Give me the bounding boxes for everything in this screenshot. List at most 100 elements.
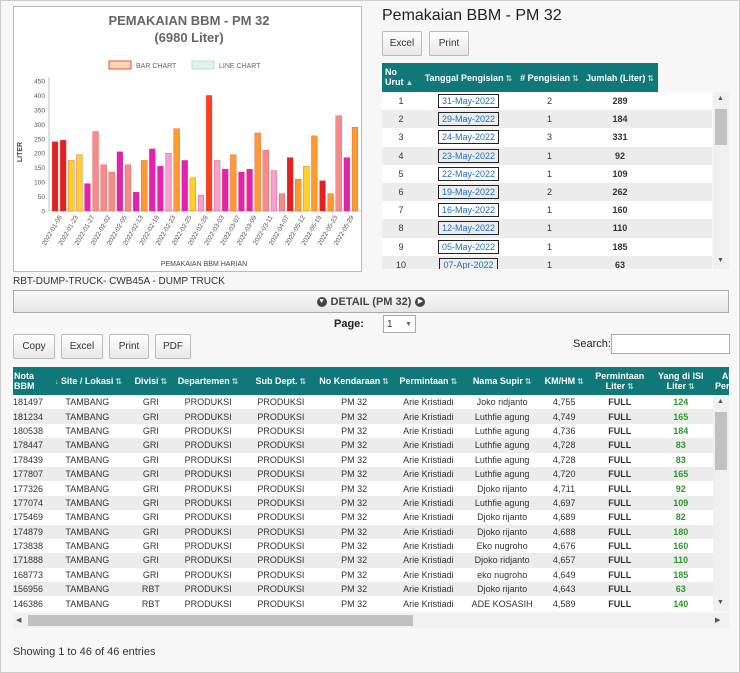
summary-scrollbar[interactable]: ▲ ▼ <box>713 92 729 269</box>
bar[interactable] <box>335 115 342 212</box>
detail-row[interactable]: 180538 TAMBANG GRI PRODUKSI PRODUKSI PM 32 Ari… <box>13 423 713 439</box>
date-cell[interactable]: 16-May-2022 <box>420 201 517 219</box>
bar[interactable] <box>116 151 123 212</box>
date-link[interactable]: 07-Apr-2022 <box>439 257 498 269</box>
date-link[interactable]: 31-May-2022 <box>437 94 500 109</box>
bar[interactable] <box>278 193 286 212</box>
detail-row[interactable]: 171888 TAMBANG GRI PRODUKSI PRODUKSI PM 32 Ari… <box>13 553 713 568</box>
summary-row[interactable]: 8 12-May-2022 1 110 <box>382 219 712 238</box>
scroll-left-icon[interactable]: ◀ <box>16 616 21 624</box>
summary-row[interactable]: 2 29-May-2022 1 184 <box>382 110 712 129</box>
scroll-thumb[interactable] <box>715 109 727 145</box>
detail-col-header[interactable]: No Kendaraan ⇅ <box>316 367 393 395</box>
search-input[interactable] <box>611 334 730 354</box>
bar[interactable] <box>222 168 229 212</box>
detail-col-header[interactable]: Sub Dept. ⇅ <box>246 367 316 395</box>
detail-col-header[interactable]: Atas Persetu <box>710 367 729 395</box>
bar[interactable] <box>205 95 213 212</box>
detail-row[interactable]: 177326 TAMBANG GRI PRODUKSI PRODUKSI PM 32 Ari… <box>13 481 713 496</box>
detail-col-header[interactable]: Nama Supir ⇅ <box>464 367 540 395</box>
detail-col-header[interactable]: Permintaan ⇅ <box>393 367 465 395</box>
bar[interactable] <box>319 180 326 212</box>
summary-row[interactable]: 1 31-May-2022 2 289 <box>382 92 712 111</box>
bar[interactable] <box>214 160 221 212</box>
detail-row[interactable]: 168773 TAMBANG GRI PRODUKSI PRODUKSI PM 32 Ari… <box>13 567 713 583</box>
bar[interactable] <box>254 132 261 212</box>
bar[interactable] <box>51 141 59 212</box>
summary-print-button[interactable]: Print <box>429 31 469 56</box>
bar[interactable] <box>287 157 294 212</box>
date-link[interactable]: 22-May-2022 <box>437 166 500 181</box>
bar[interactable] <box>246 168 253 212</box>
col-tanggal[interactable]: Tanggal Pengisian ⇅ <box>420 63 517 92</box>
summary-row[interactable]: 3 24-May-2022 3 331 <box>382 128 712 147</box>
date-link[interactable]: 19-May-2022 <box>437 185 500 200</box>
detail-row[interactable]: 181234 TAMBANG GRI PRODUKSI PRODUKSI PM 32 Ari… <box>13 409 713 424</box>
bar[interactable] <box>327 193 334 212</box>
bar[interactable] <box>108 171 115 212</box>
detail-row[interactable]: 178439 TAMBANG GRI PRODUKSI PRODUKSI PM 32 Ari… <box>13 452 713 467</box>
detail-row[interactable]: 174879 TAMBANG GRI PRODUKSI PRODUKSI PM 32 Ari… <box>13 524 713 539</box>
page-select[interactable]: 1 ▼ <box>383 315 416 333</box>
detail-row[interactable]: 175469 TAMBANG GRI PRODUKSI PRODUKSI PM 32 Ari… <box>13 510 713 525</box>
bar[interactable] <box>197 194 205 212</box>
date-cell[interactable]: 24-May-2022 <box>420 128 517 146</box>
summary-row[interactable]: 9 05-May-2022 1 185 <box>382 237 712 256</box>
bar[interactable] <box>351 127 359 212</box>
bar[interactable] <box>92 131 99 212</box>
date-cell[interactable]: 05-May-2022 <box>420 238 517 256</box>
bar[interactable] <box>303 166 310 212</box>
scroll-down-icon[interactable]: ▼ <box>717 599 724 606</box>
detail-col-header[interactable]: Yang di ISI Liter ⇅ <box>651 367 710 395</box>
detail-col-header[interactable]: Permintaan Liter ⇅ <box>588 367 651 395</box>
col-no-urut[interactable]: No Urut ▲ <box>382 63 420 92</box>
detail-row[interactable]: 177807 TAMBANG GRI PRODUKSI PRODUKSI PM 32 Ari… <box>13 466 713 482</box>
bar[interactable] <box>60 140 67 212</box>
bar[interactable] <box>262 150 269 212</box>
scroll-up-icon[interactable]: ▲ <box>717 95 724 102</box>
bar[interactable] <box>181 160 188 212</box>
bar[interactable] <box>311 135 318 212</box>
detail-col-header[interactable]: KM/HM ⇅ <box>540 367 588 395</box>
scroll-down-icon[interactable]: ▼ <box>717 257 724 264</box>
detail-toggle-bar[interactable]: ▼ DETAIL (PM 32) ▶ <box>13 290 729 313</box>
excel-button[interactable]: Excel <box>61 334 103 359</box>
bar[interactable] <box>124 164 132 212</box>
date-cell[interactable]: 31-May-2022 <box>420 92 517 110</box>
detail-row[interactable]: 156956 TAMBANG RBT PRODUKSI PRODUKSI PM 32 Ari… <box>13 582 713 597</box>
scroll-thumb[interactable] <box>715 412 727 470</box>
bar[interactable] <box>238 171 245 212</box>
date-cell[interactable]: 29-May-2022 <box>420 110 517 128</box>
summary-row[interactable]: 6 19-May-2022 2 262 <box>382 182 712 202</box>
date-link[interactable]: 16-May-2022 <box>437 203 500 218</box>
summary-row[interactable]: 10 07-Apr-2022 1 63 <box>382 255 712 269</box>
bar[interactable] <box>230 154 237 212</box>
bar[interactable] <box>173 128 180 212</box>
detail-row[interactable]: 173838 TAMBANG GRI PRODUKSI PRODUKSI PM 32 Ari… <box>13 538 713 554</box>
date-link[interactable]: 12-May-2022 <box>437 221 500 236</box>
col-jumlah[interactable]: Jumlah (Liter) ⇅ <box>582 63 658 92</box>
bar[interactable] <box>149 148 156 212</box>
scroll-up-icon[interactable]: ▲ <box>717 398 724 405</box>
bar[interactable] <box>157 166 164 212</box>
date-link[interactable]: 29-May-2022 <box>437 112 500 127</box>
detail-col-header[interactable]: Divisi ⇅ <box>132 367 170 395</box>
detail-row[interactable]: 177074 TAMBANG GRI PRODUKSI PRODUKSI PM 32 Ari… <box>13 495 713 511</box>
detail-hscrollbar[interactable]: ◀ ▶ <box>13 613 729 628</box>
bar[interactable] <box>165 153 172 212</box>
bar[interactable] <box>100 164 107 212</box>
date-cell[interactable]: 19-May-2022 <box>420 183 517 201</box>
date-cell[interactable]: 12-May-2022 <box>420 219 517 237</box>
summary-row[interactable]: 5 22-May-2022 1 109 <box>382 164 712 183</box>
bar[interactable] <box>68 160 75 212</box>
date-cell[interactable]: 23-May-2022 <box>420 147 517 165</box>
detail-row[interactable]: 146386 TAMBANG RBT PRODUKSI PRODUKSI PM 32 Ari… <box>13 596 713 611</box>
summary-row[interactable]: 7 16-May-2022 1 160 <box>382 201 712 220</box>
bar[interactable] <box>343 157 350 212</box>
hscroll-thumb[interactable] <box>28 615 413 626</box>
bar[interactable] <box>141 160 148 212</box>
date-cell[interactable]: 07-Apr-2022 <box>420 256 517 269</box>
detail-col-header[interactable]: Nota BBM <box>13 367 43 395</box>
date-link[interactable]: 05-May-2022 <box>437 239 500 254</box>
summary-excel-button[interactable]: Excel <box>382 31 422 56</box>
